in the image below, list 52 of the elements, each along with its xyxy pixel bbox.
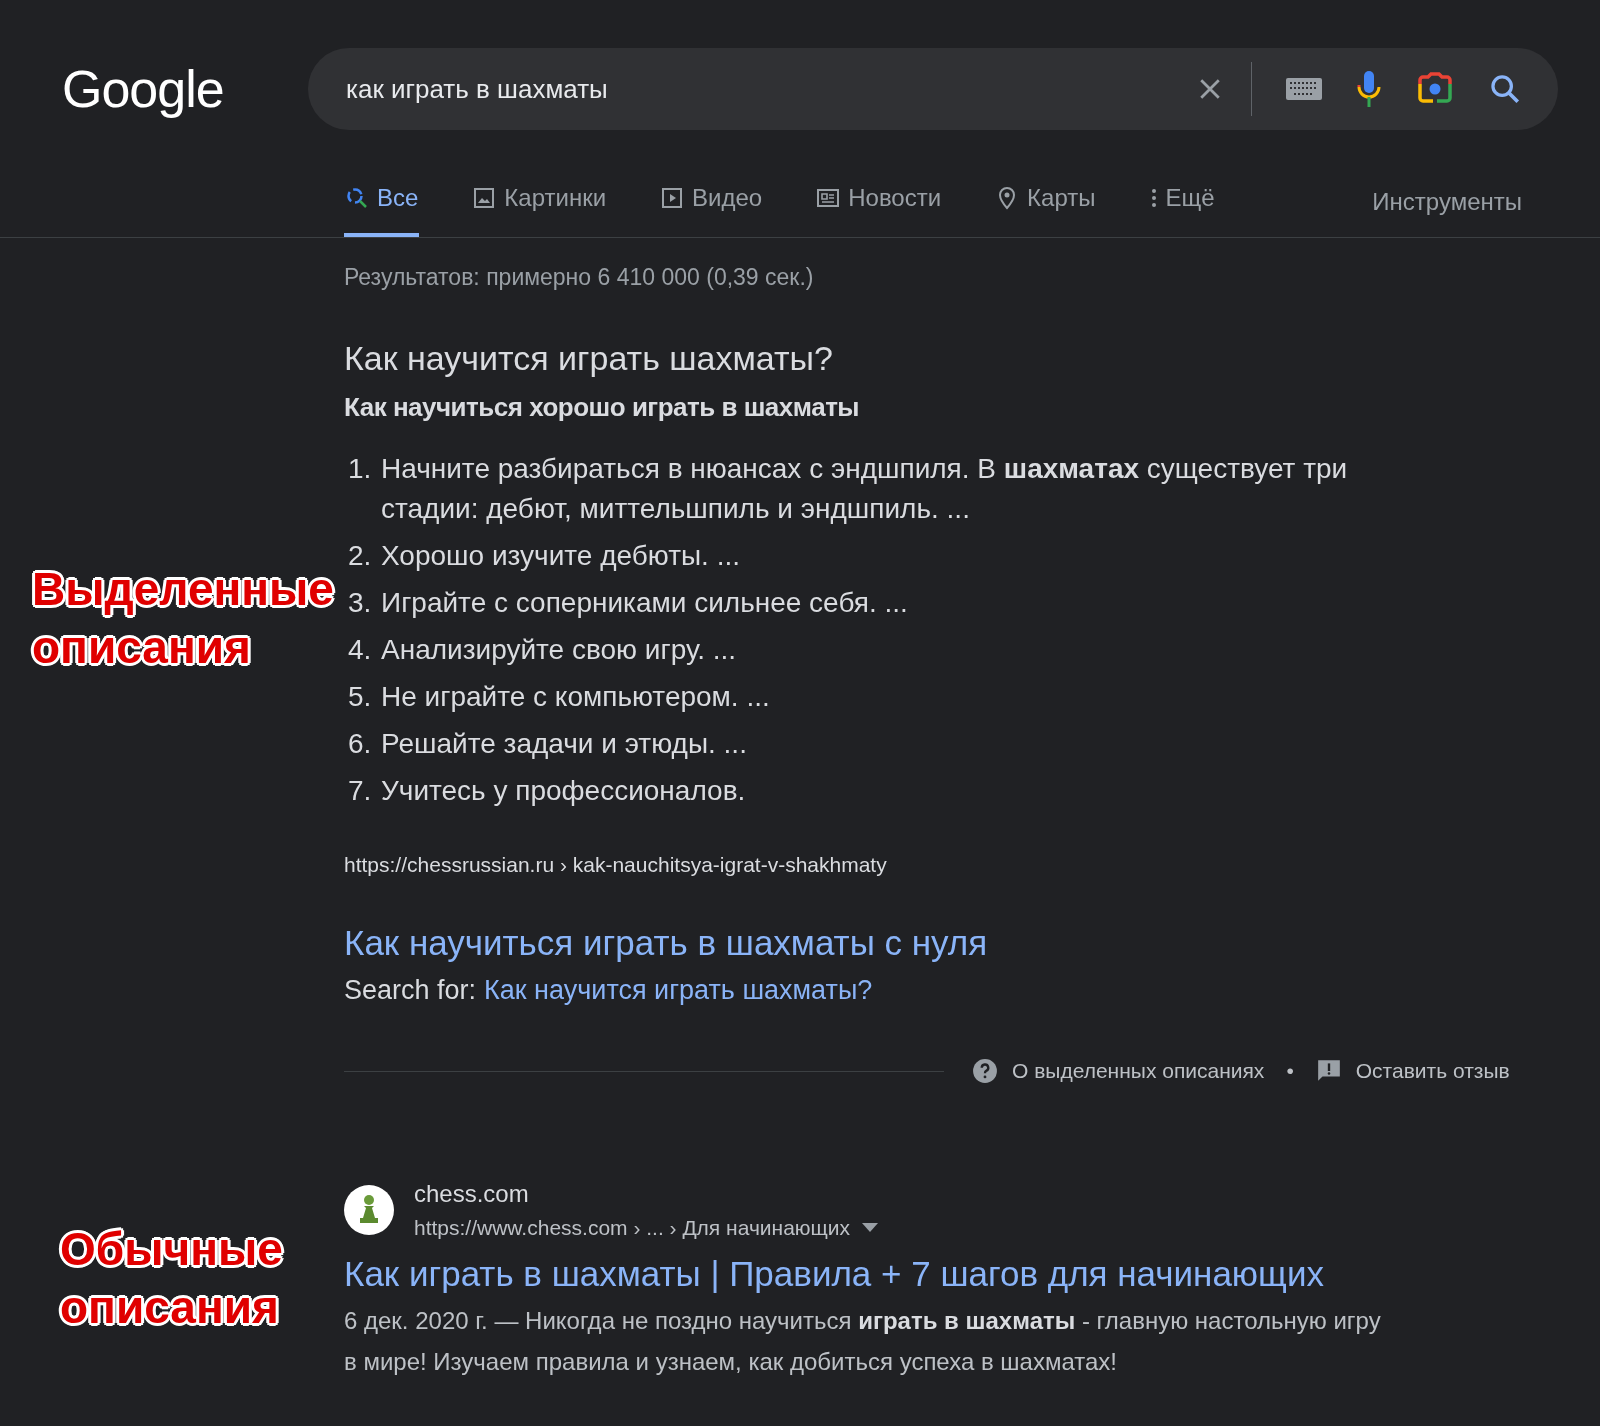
snippet-step: Анализируйте свою игру. ... [381,630,1388,670]
site-name: chess.com [414,1180,530,1208]
search-icon [345,186,369,210]
snippet-step: Решайте задачи и этюды. ... [381,724,1388,764]
step-number: 3. [348,586,373,620]
search-tab[interactable]: Видео [659,163,764,237]
step-number: 1. [348,452,373,486]
snippet-step: Начните разбираться в нюансах с эндшпиля. В шахматах существует три стадии: дебют, миттельшпиль и эндшпиль. ... [381,449,1388,529]
snippet-step: Хорошо изучите дебюты. ... [381,536,1388,576]
step-number: 7. [348,774,373,808]
snippet-step: Учитесь у профессионалов. [381,771,1388,811]
search-tab[interactable]: Все [344,163,420,237]
step-number: 6. [348,727,373,761]
result-stats: Результатов: примерно 6 410 000 (0,39 сек.) [344,264,815,291]
source-url: https://chessrussian.ru › kak-nauchitsya-igrat-v-shakhmaty [344,853,888,877]
play-icon [660,186,685,210]
help-icon [972,1058,998,1084]
search-for-label: Search for: [344,975,477,1006]
more-icon [1149,186,1158,210]
tools-link[interactable]: Инструменты [1372,167,1522,237]
search-tab[interactable]: Картинки [471,163,608,237]
search-tab[interactable]: Ещё [1148,163,1216,237]
snippet-step: Играйте с соперниками сильнее себя. ... [381,583,1388,623]
separator-dot: • [1286,1059,1294,1083]
step-number: 5. [348,680,373,714]
breadcrumb-url: https://www.chess.com › ... › Для начинающих [414,1216,851,1240]
step-number: 4. [348,633,373,667]
search-tab[interactable]: Карты [994,163,1097,237]
dropdown-caret-icon[interactable] [862,1223,879,1233]
camera-icon[interactable] [1416,72,1454,106]
step-number: 2. [348,539,373,573]
pawn-favicon [344,1185,394,1235]
image-icon [472,186,497,210]
search-icon[interactable] [1488,72,1522,106]
annotation-label: Выделенные описания [32,562,334,675]
search-for-link[interactable]: Как научится играть шахматы? [484,975,873,1006]
result-snippet: 6 дек. 2020 г. — Никогда не поздно научиться играть в шахматы - главную настольную игру в мире! Изучаем правила и узнаем, как добиться успеха в шахматах! [344,1306,1382,1377]
result-title-link[interactable]: Как научиться играть в шахматы с нуля [344,923,1534,963]
about-snippets-link[interactable]: О выделенных описаниях [972,1058,1265,1084]
keyboard-icon[interactable] [1286,78,1322,100]
result-title-link[interactable]: Как играть в шахматы | Правила + 7 шагов для начинающих [344,1254,1534,1294]
annotation-label: Обычные описания [60,1222,283,1335]
newspaper-icon [816,186,841,210]
snippet-heading: Как научиться хорошо играть в шахматы [344,392,861,423]
search-query-text: как играть в шахматы [346,73,609,105]
search-tab[interactable]: Новости [815,163,943,237]
microphone-icon[interactable] [1356,69,1382,109]
google-logo[interactable]: Google [62,59,308,119]
feedback-link[interactable]: Оставить отзыв [1315,1058,1510,1084]
snippet-step: Не играйте с компьютером. ... [381,677,1388,717]
search-field[interactable]: как играть в шахматы [308,48,1558,130]
snippet-question: Как научится играть шахматы? [344,339,834,378]
